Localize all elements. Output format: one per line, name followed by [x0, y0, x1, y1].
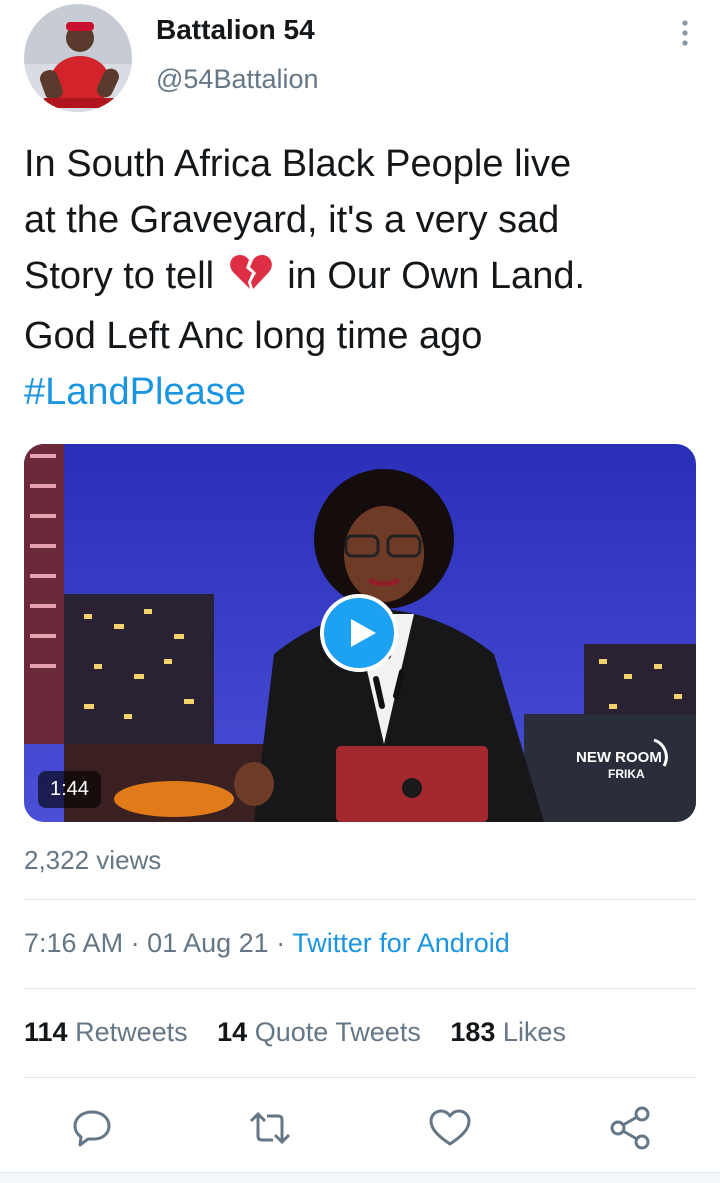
display-name[interactable]: Battalion 54 [156, 14, 315, 46]
play-icon[interactable] [320, 594, 398, 672]
divider [24, 1077, 696, 1078]
tweet-text: In South Africa Black People live at the… [24, 136, 704, 420]
quote-tweets-label: Quote Tweets [254, 1017, 421, 1047]
tweet-time: 7:16 AM [24, 928, 124, 958]
tweet-line-2: at the Graveyard, it's a very sad [24, 199, 560, 241]
tweet-stats: 114 Retweets 14 Quote Tweets 183 Likes [24, 1017, 588, 1048]
meta-separator: · [123, 928, 148, 958]
broken-heart-icon [229, 252, 273, 308]
tweet-line-3-end: in Our Own Land. [276, 255, 586, 297]
retweets-stat[interactable]: 114 Retweets [24, 1017, 188, 1047]
share-icon[interactable] [606, 1104, 654, 1152]
logo-line-2: FRIKA [608, 767, 645, 781]
tweet-meta: 7:16 AM · 01 Aug 21 · Twitter for Androi… [24, 928, 510, 959]
user-handle[interactable]: @54Battalion [156, 64, 319, 95]
reply-icon[interactable] [68, 1104, 116, 1152]
tweet-line-1: In South Africa Black People live [24, 143, 572, 185]
tweet-line-3-start: Story to tell [24, 255, 225, 297]
quote-tweets-stat[interactable]: 14 Quote Tweets [217, 1017, 421, 1047]
bottom-divider [0, 1172, 720, 1183]
retweets-label: Retweets [75, 1017, 188, 1047]
likes-label: Likes [502, 1017, 566, 1047]
meta-separator: · [268, 928, 293, 958]
retweets-count: 114 [24, 1017, 68, 1047]
video-duration: 1:44 [38, 771, 101, 808]
hashtag-link[interactable]: #LandPlease [24, 364, 704, 420]
avatar[interactable] [24, 4, 132, 112]
tweet-source-link[interactable]: Twitter for Android [292, 928, 510, 958]
divider [24, 899, 696, 900]
like-icon[interactable] [426, 1104, 474, 1152]
tweet-line-3: Story to tell in Our Own Land. [24, 248, 704, 308]
tweet-date: 01 Aug 21 [147, 928, 269, 958]
likes-count: 183 [450, 1017, 496, 1047]
likes-stat[interactable]: 183 Likes [450, 1017, 566, 1047]
tweet-line-4: God Left Anc long time ago [24, 315, 483, 357]
divider [24, 988, 696, 989]
quote-tweets-count: 14 [217, 1017, 248, 1047]
action-bar [24, 1104, 696, 1154]
video-player[interactable]: NEW ROOM FRIKA 1:44 [24, 444, 696, 822]
more-vertical-icon[interactable] [678, 18, 692, 50]
logo-line-1: NEW ROOM [576, 749, 662, 766]
tweet-header: Battalion 54 @54Battalion [24, 0, 704, 120]
retweet-icon[interactable] [246, 1104, 294, 1152]
view-count: 2,322 views [24, 845, 162, 875]
